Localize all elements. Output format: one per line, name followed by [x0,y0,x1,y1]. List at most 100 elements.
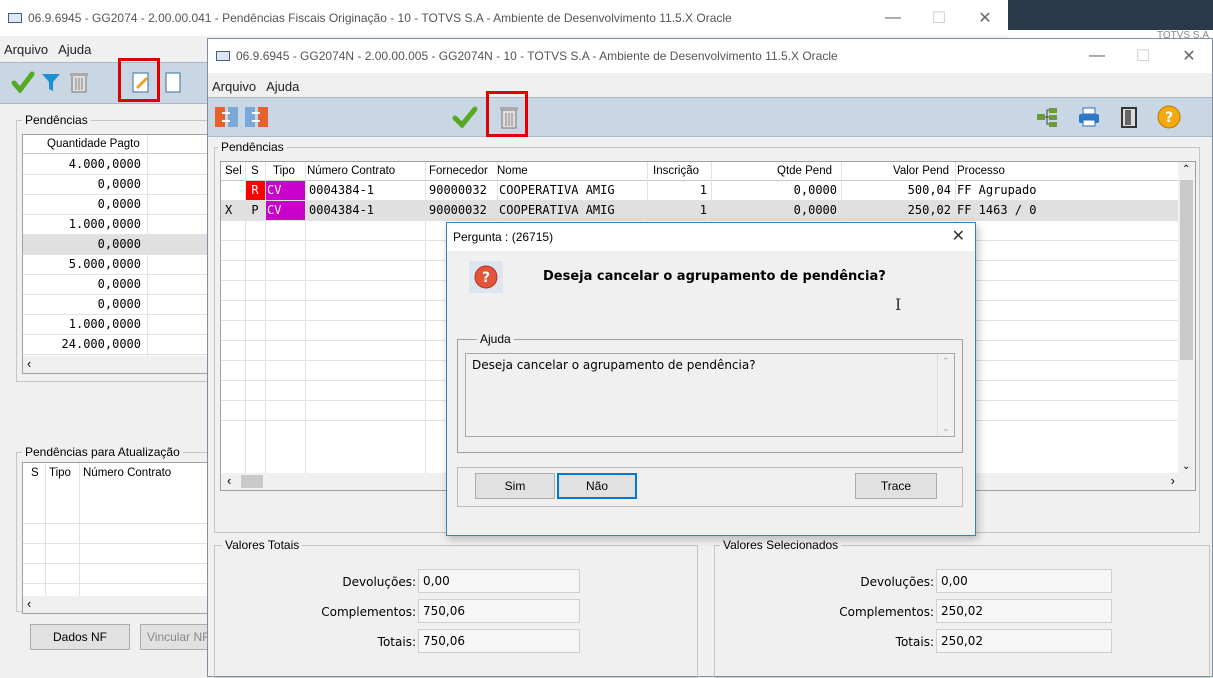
group-arrows-icon[interactable] [214,104,240,130]
cell-qtde[interactable]: 0,0000 [715,203,837,217]
cell-valor[interactable]: 250,02 [843,203,951,217]
col-header-s[interactable]: S [31,467,39,479]
quantidade-cell[interactable]: 4.000,0000 [23,157,141,171]
col-header-qtde[interactable]: Qtde Pend [777,165,832,177]
valores-selecionados-label: Valores Selecionados [720,538,842,552]
cell-numero[interactable]: 0004384-1 [309,203,423,217]
cell-tipo[interactable]: CV [267,203,303,217]
filter-icon[interactable] [38,69,64,95]
scroll-down-icon[interactable]: ⌄ [942,423,950,434]
exit-door-icon[interactable] [1116,104,1142,130]
maximize-button[interactable]: ☐ [1120,46,1166,66]
col-header-numero[interactable]: Número Contrato [83,467,171,479]
scroll-right-icon[interactable]: › [1171,473,1175,488]
col-header-tipo[interactable]: Tipo [49,467,71,479]
cell-valor[interactable]: 500,04 [843,183,951,197]
cell-processo[interactable]: FF Agrupado [957,183,1157,197]
cell-s[interactable]: P [247,203,263,217]
col-header-nome[interactable]: Nome [497,165,528,177]
totais-label: Totais: [377,635,416,649]
quantidade-cell[interactable]: 0,0000 [23,177,141,191]
col-header-quantidade[interactable]: Quantidade Pagto [47,138,140,150]
close-button[interactable]: ✕ [962,8,1008,28]
scroll-down-icon[interactable]: ⌄ [1182,461,1190,472]
menu-arquivo[interactable]: Arquivo [212,79,256,94]
cell-nome[interactable]: COOPERATIVA AMIG [499,203,645,217]
col-header-s[interactable]: S [251,165,259,177]
quantidade-cell[interactable]: 1.000,0000 [23,317,141,331]
ungroup-arrows-icon[interactable] [244,104,270,130]
complementos-field[interactable]: 750,06 [418,599,580,623]
confirm-check-icon[interactable] [10,69,36,95]
confirm-check-icon[interactable] [452,104,478,130]
col-header-numero[interactable]: Número Contrato [307,165,395,177]
cell-fornecedor[interactable]: 90000032 [429,203,495,217]
scroll-left-icon[interactable]: ‹ [27,356,31,371]
menu-arquivo[interactable]: Arquivo [4,42,48,57]
menu-ajuda[interactable]: Ajuda [58,42,91,57]
cell-inscricao[interactable]: 1 [649,203,707,217]
menu-ajuda[interactable]: Ajuda [266,79,299,94]
front-pendencias-label: Pendências [218,140,287,154]
quantidade-cell[interactable]: 1.000,0000 [23,217,141,231]
quantidade-cell[interactable]: 0,0000 [23,277,141,291]
ajuda-textarea[interactable]: Deseja cancelar o agrupamento de pendênc… [465,353,955,437]
cell-fornecedor[interactable]: 90000032 [429,183,495,197]
col-header-sel[interactable]: Sel [225,165,242,177]
scroll-up-icon[interactable]: ⌃ [942,356,950,367]
devolucoes-field[interactable]: 0,00 [418,569,580,593]
h-scroll-thumb[interactable] [241,475,263,488]
ajuda-scrollbar[interactable]: ⌃ ⌄ [937,354,954,436]
svg-text:?: ? [1165,110,1173,126]
ajuda-text: Deseja cancelar o agrupamento de pendênc… [472,358,756,372]
col-header-inscricao[interactable]: Inscrição [653,165,699,177]
scroll-thumb[interactable] [1180,180,1193,360]
quantidade-cell[interactable]: 24.000,0000 [23,337,141,351]
close-button[interactable]: ✕ [1166,46,1212,66]
col-header-fornecedor[interactable]: Fornecedor [429,165,488,177]
cell-qtde[interactable]: 0,0000 [715,183,837,197]
scroll-up-icon[interactable]: ⌃ [1182,164,1190,175]
atualizacao-h-scrollbar[interactable]: ‹ [23,596,211,613]
col-header-processo[interactable]: Processo [957,165,1005,177]
new-document-icon[interactable] [160,69,186,95]
quantidade-cell[interactable]: 0,0000 [23,197,141,211]
cell-tipo[interactable]: CV [267,183,303,197]
minimize-button[interactable]: — [1074,47,1120,65]
back-h-scrollbar[interactable]: ‹ [23,356,211,373]
sel-totais-field[interactable]: 250,02 [936,629,1112,653]
cell-nome[interactable]: COOPERATIVA AMIG [499,183,645,197]
help-icon[interactable]: ? [1156,104,1182,130]
quantidade-cell[interactable]: 5.000,0000 [23,257,141,271]
trash-icon[interactable] [66,69,92,95]
minimize-button[interactable]: — [870,9,916,27]
dados-nf-button[interactable]: Dados NF [30,624,130,650]
col-header-valor[interactable]: Valor Pend [893,165,949,177]
sel-complementos-field[interactable]: 250,02 [936,599,1112,623]
sel-devolucoes-field[interactable]: 0,00 [936,569,1112,593]
quantidade-cell[interactable]: 0,0000 [23,297,141,311]
quantidade-cell[interactable]: 0,0000 [23,237,141,251]
dialog-close-button[interactable]: ✕ [952,226,965,246]
front-menubar: Arquivo Ajuda [208,75,1212,97]
cell-inscricao[interactable]: 1 [649,183,707,197]
cell-processo[interactable]: FF 1463 / 0 [957,203,1157,217]
cell-sel[interactable]: X [225,203,243,217]
sim-button[interactable]: Sim [475,473,555,499]
cell-numero[interactable]: 0004384-1 [309,183,423,197]
atualizacao-grid[interactable]: S Tipo Número Contrato ‹ [22,462,212,614]
front-v-scrollbar[interactable]: ⌃ ⌄ [1178,162,1195,474]
tree-structure-icon[interactable] [1034,104,1060,130]
scroll-left-icon[interactable]: ‹ [227,473,231,488]
col-header-tipo[interactable]: Tipo [273,165,295,177]
nao-button[interactable]: Não [557,473,637,499]
cell-s[interactable]: R [247,183,263,197]
sel-devolucoes-label: Devoluções: [860,575,934,589]
totais-field[interactable]: 750,06 [418,629,580,653]
trace-button[interactable]: Trace [855,473,937,499]
scroll-left-icon[interactable]: ‹ [27,596,31,611]
print-icon[interactable] [1076,104,1102,130]
back-pendencias-grid[interactable]: Quantidade Pagto 4.000,0000 0,0000 0,0000 1… [22,134,212,374]
maximize-button[interactable]: ☐ [916,8,962,28]
question-icon: ? [469,261,503,293]
